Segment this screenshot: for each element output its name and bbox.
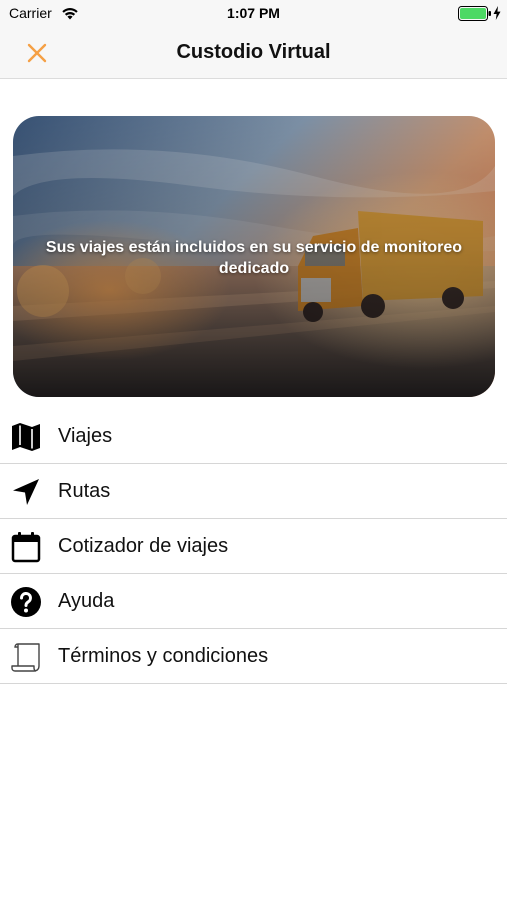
navigation-arrow-icon (13, 479, 39, 505)
menu-item-label: Viajes (58, 425, 113, 447)
document-icon (11, 643, 40, 672)
page-title: Custodio Virtual (176, 41, 331, 63)
menu-item-label: Rutas (58, 480, 111, 502)
menu-item-viajes[interactable]: Viajes (0, 409, 507, 464)
menu-item-label: Cotizador de viajes (58, 535, 229, 557)
menu-item-label: Términos y condiciones (58, 645, 269, 667)
navigation-bar: Custodio Virtual (0, 28, 507, 79)
status-bar: Carrier 1:07 PM (0, 0, 507, 28)
main-menu: Viajes Rutas Cotizador de viajes Ayuda T… (0, 409, 507, 684)
charging-bolt-icon (493, 6, 501, 20)
help-icon (11, 587, 41, 617)
menu-item-label: Ayuda (58, 590, 115, 612)
hero-banner: Sus viajes están incluidos en su servici… (13, 116, 495, 397)
menu-item-ayuda[interactable]: Ayuda (0, 574, 507, 629)
menu-item-cotizador[interactable]: Cotizador de viajes (0, 519, 507, 574)
calendar-icon (11, 532, 41, 563)
battery-icon (458, 6, 491, 21)
status-time: 1:07 PM (227, 5, 280, 21)
banner-message: Sus viajes están incluidos en su servici… (45, 239, 463, 277)
menu-item-terminos[interactable]: Términos y condiciones (0, 629, 507, 684)
menu-item-rutas[interactable]: Rutas (0, 464, 507, 519)
map-icon (12, 423, 40, 451)
